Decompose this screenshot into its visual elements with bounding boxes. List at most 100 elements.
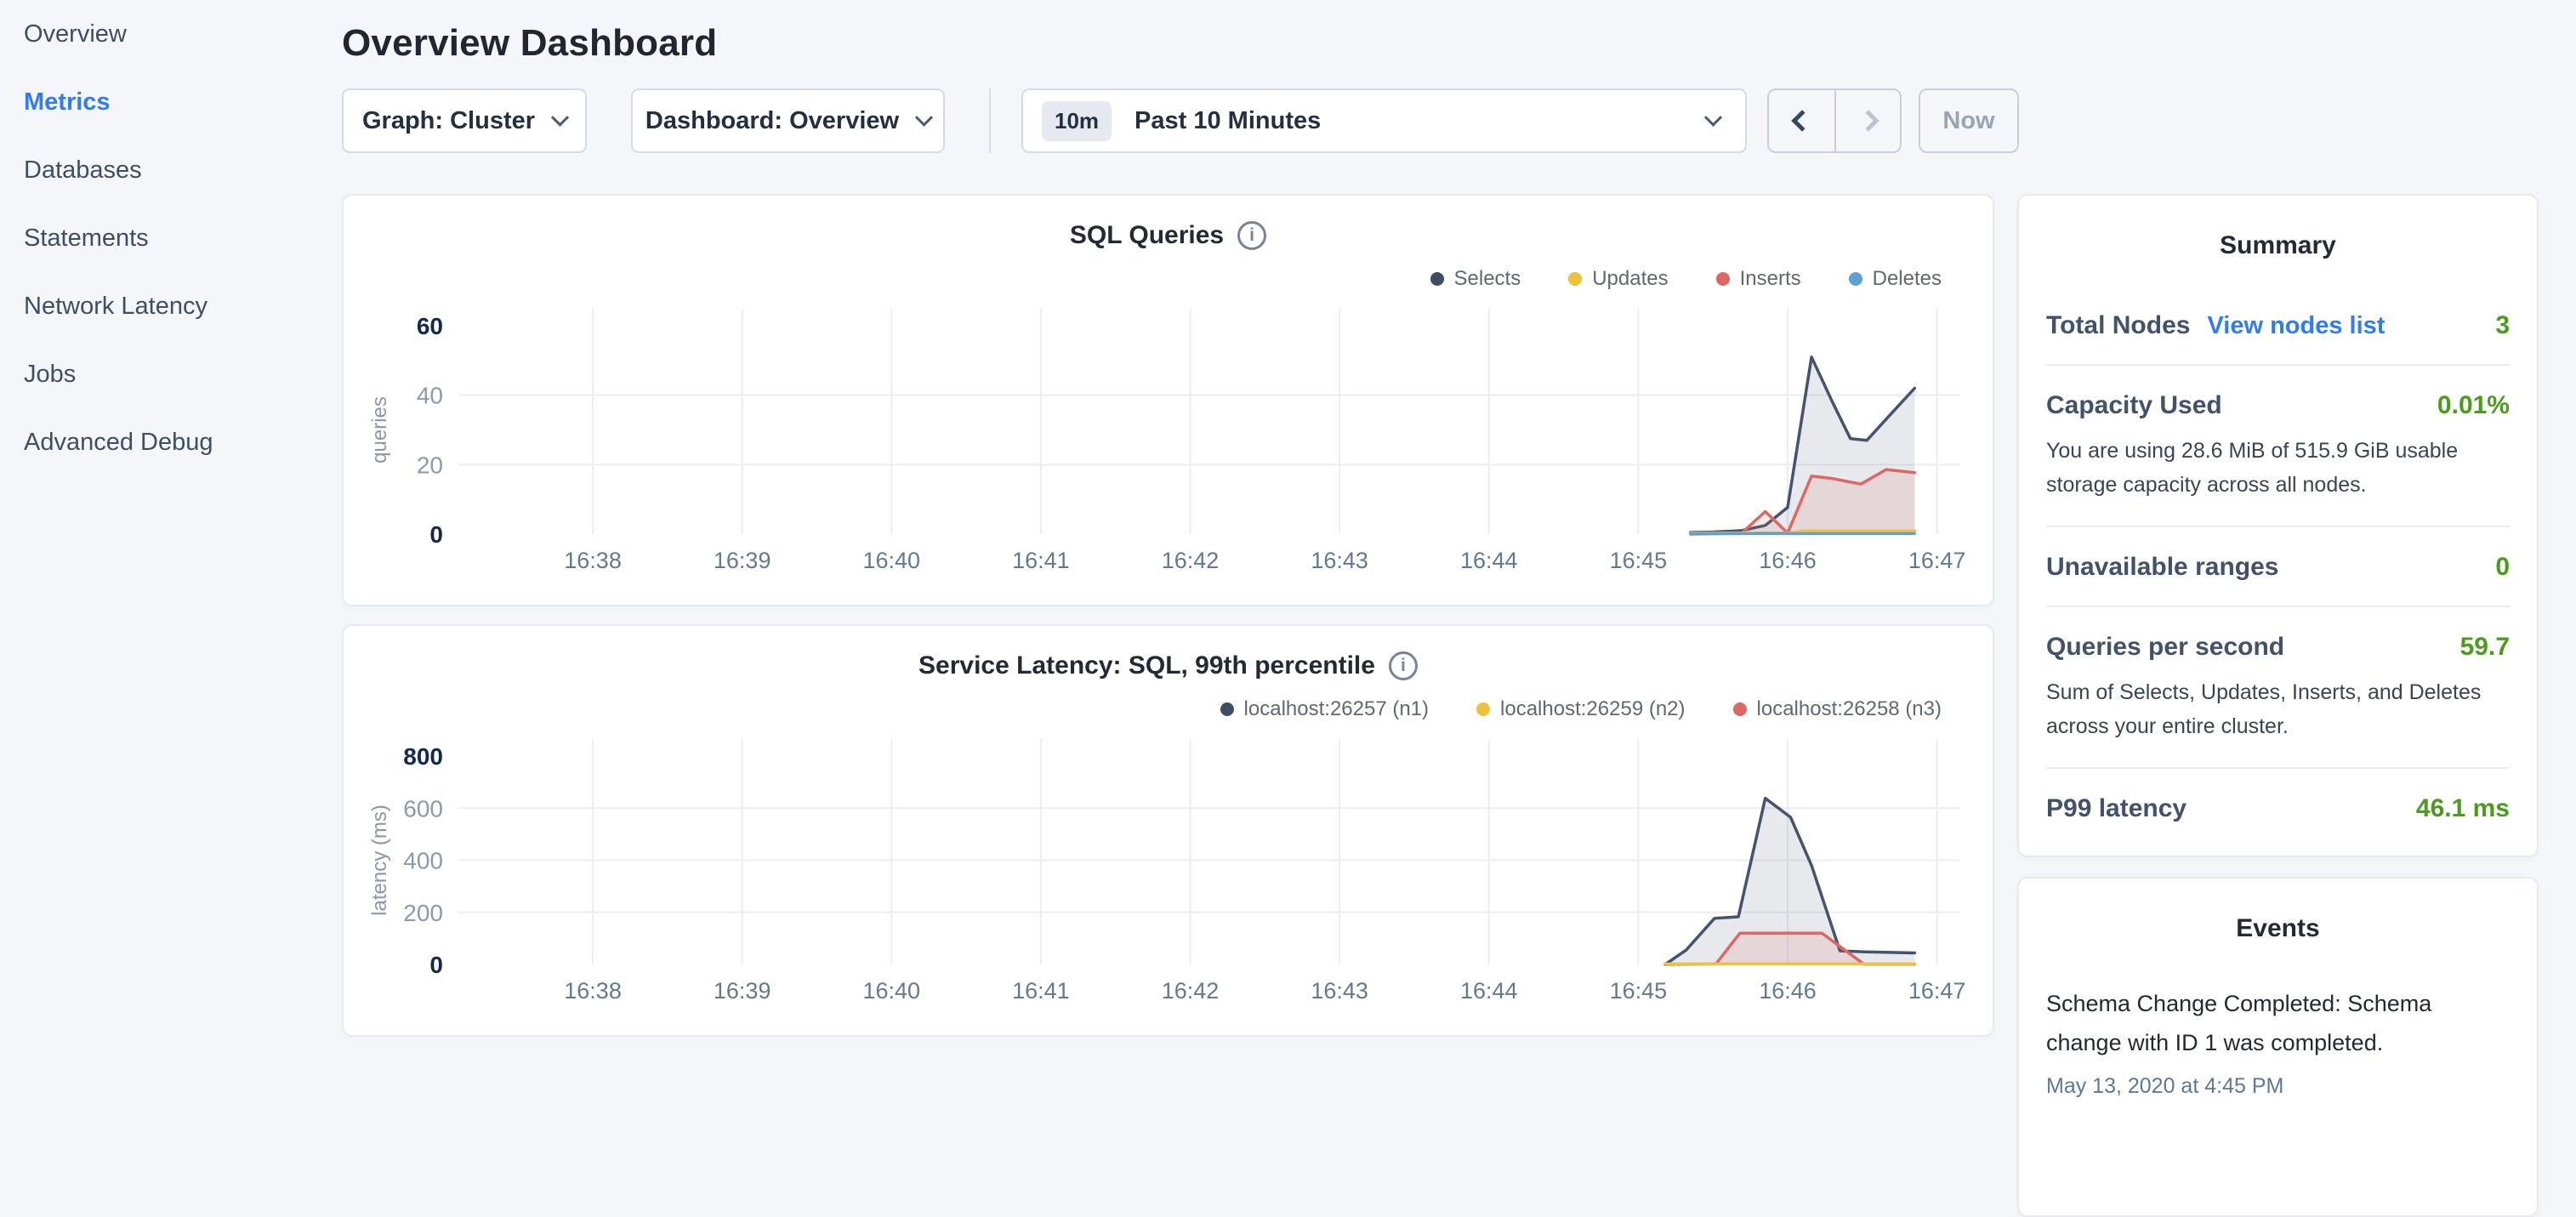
summary-label: Capacity Used (2046, 391, 2222, 420)
legend-item-deletes[interactable]: Deletes (1849, 267, 1942, 291)
legend-label: Updates (1592, 267, 1668, 291)
svg-text:16:42: 16:42 (1162, 978, 1220, 1004)
svg-text:16:44: 16:44 (1460, 548, 1518, 573)
svg-text:16:39: 16:39 (714, 548, 771, 573)
legend-dot (1716, 272, 1730, 286)
legend-label: localhost:26258 (n3) (1757, 697, 1942, 721)
legend-label: Inserts (1740, 267, 1801, 291)
sidebar-item-network-latency[interactable]: Network Latency (24, 293, 342, 321)
svg-text:16:40: 16:40 (863, 978, 921, 1004)
svg-text:16:38: 16:38 (564, 548, 622, 573)
sidebar-nav: Overview Metrics Databases Statements Ne… (24, 20, 342, 457)
event-item-time: May 13, 2020 at 4:45 PM (2046, 1074, 2510, 1099)
summary-desc: Sum of Selects, Updates, Inserts, and De… (2046, 675, 2510, 743)
svg-text:16:46: 16:46 (1759, 978, 1817, 1004)
svg-text:16:39: 16:39 (714, 978, 771, 1004)
sidebar-item-statements[interactable]: Statements (24, 225, 342, 253)
sidebar-item-advanced-debug[interactable]: Advanced Debug (24, 429, 342, 457)
legend-item-inserts[interactable]: Inserts (1716, 267, 1801, 291)
legend-dot (1220, 702, 1234, 716)
chart-title: Service Latency: SQL, 99th percentile (918, 651, 1375, 680)
time-prev-button[interactable] (1769, 90, 1834, 151)
svg-text:16:45: 16:45 (1610, 978, 1668, 1004)
time-next-button[interactable] (1834, 90, 1900, 151)
svg-text:16:47: 16:47 (1908, 978, 1966, 1004)
graph-dropdown[interactable]: Graph: Cluster (342, 88, 587, 153)
legend-dot (1849, 272, 1862, 286)
sql-queries-chart[interactable]: 16:3816:3916:4016:4116:4216:4316:4416:45… (361, 296, 1979, 589)
now-button[interactable]: Now (1919, 88, 2019, 153)
svg-text:40: 40 (417, 383, 443, 409)
legend-item-n3[interactable]: localhost:26258 (n3) (1733, 697, 1942, 721)
summary-value: 46.1 ms (2416, 794, 2510, 823)
summary-label: Unavailable ranges (2046, 553, 2278, 582)
svg-text:queries: queries (368, 396, 391, 463)
chart-legend: localhost:26257 (n1) localhost:26259 (n2… (344, 697, 1993, 721)
summary-value: 0.01% (2437, 391, 2510, 420)
svg-text:16:42: 16:42 (1162, 548, 1220, 573)
sidebar-item-metrics[interactable]: Metrics (24, 88, 342, 117)
svg-text:0: 0 (429, 521, 443, 548)
chevron-left-icon (1791, 110, 1812, 131)
dashboard-dropdown[interactable]: Dashboard: Overview (631, 88, 945, 153)
svg-text:16:43: 16:43 (1311, 978, 1368, 1004)
event-item-text: Schema Change Completed: Schema change w… (2046, 984, 2510, 1062)
summary-row-unavailable-ranges: Unavailable ranges 0 (2046, 527, 2510, 607)
summary-value: 59.7 (2460, 633, 2510, 662)
svg-text:200: 200 (403, 900, 443, 926)
sidebar-item-databases[interactable]: Databases (24, 156, 342, 185)
chart-legend: Selects Updates Inserts Deletes (344, 267, 1993, 291)
summary-row-capacity: Capacity Used 0.01% You are using 28.6 M… (2046, 366, 2510, 527)
legend-dot (1733, 702, 1747, 716)
info-icon[interactable]: i (1389, 651, 1418, 680)
legend-item-selects[interactable]: Selects (1430, 267, 1521, 291)
chevron-down-icon (1704, 108, 1722, 126)
sql-queries-card: SQL Queries i Selects Updates Inserts (342, 194, 1994, 606)
legend-label: localhost:26257 (n1) (1244, 697, 1429, 721)
time-range-label: Past 10 Minutes (1134, 107, 1688, 135)
svg-text:0: 0 (429, 952, 443, 978)
summary-value: 3 (2495, 311, 2510, 340)
svg-text:16:38: 16:38 (564, 978, 622, 1004)
summary-title: Summary (2046, 231, 2510, 260)
summary-row-total-nodes: Total Nodes View nodes list 3 (2046, 286, 2510, 366)
legend-dot (1568, 272, 1582, 286)
legend-item-n1[interactable]: localhost:26257 (n1) (1220, 697, 1429, 721)
controls-bar: Graph: Cluster Dashboard: Overview 10m P… (342, 88, 2539, 153)
summary-row-p99: P99 latency 46.1 ms (2046, 769, 2510, 847)
svg-text:16:40: 16:40 (863, 548, 921, 573)
info-icon[interactable]: i (1237, 221, 1266, 250)
events-panel: Events Schema Change Completed: Schema c… (2017, 877, 2539, 1217)
svg-text:20: 20 (417, 452, 443, 478)
chevron-down-icon (551, 108, 569, 126)
side-column: Summary Total Nodes View nodes list 3 Ca… (2017, 194, 2539, 1217)
charts-column: SQL Queries i Selects Updates Inserts (342, 194, 1994, 1037)
dashboard-dropdown-label: Dashboard: Overview (645, 107, 899, 135)
svg-text:16:44: 16:44 (1460, 978, 1518, 1004)
chart-title: SQL Queries (1070, 221, 1224, 250)
service-latency-card: Service Latency: SQL, 99th percentile i … (342, 624, 1994, 1037)
time-range-badge: 10m (1042, 101, 1112, 141)
sidebar: Overview Metrics Databases Statements Ne… (0, 0, 342, 1051)
sidebar-item-overview[interactable]: Overview (24, 20, 342, 48)
latency-chart[interactable]: 16:38 16:39 16:40 16:41 16:42 16:43 16:44 16:45… (361, 726, 1979, 1020)
view-nodes-list-link[interactable]: View nodes list (2207, 312, 2385, 340)
chevron-right-icon (1857, 110, 1879, 131)
legend-item-updates[interactable]: Updates (1568, 267, 1668, 291)
legend-label: Selects (1454, 267, 1521, 291)
legend-label: localhost:26259 (n2) (1500, 697, 1685, 721)
legend-dot (1430, 272, 1444, 286)
legend-label: Deletes (1873, 267, 1942, 291)
summary-panel: Summary Total Nodes View nodes list 3 Ca… (2017, 194, 2539, 857)
time-range-picker[interactable]: 10m Past 10 Minutes (1021, 88, 1747, 153)
graph-dropdown-label: Graph: Cluster (362, 107, 535, 135)
svg-text:16:46: 16:46 (1759, 548, 1817, 573)
summary-row-qps: Queries per second 59.7 Sum of Selects, … (2046, 607, 2510, 769)
svg-text:600: 600 (403, 795, 443, 822)
svg-text:16:41: 16:41 (1012, 978, 1070, 1004)
events-title: Events (2046, 914, 2510, 943)
page-title: Overview Dashboard (342, 22, 2539, 65)
legend-item-n2[interactable]: localhost:26259 (n2) (1476, 697, 1685, 721)
sidebar-item-jobs[interactable]: Jobs (24, 361, 342, 389)
summary-label: P99 latency (2046, 794, 2186, 823)
